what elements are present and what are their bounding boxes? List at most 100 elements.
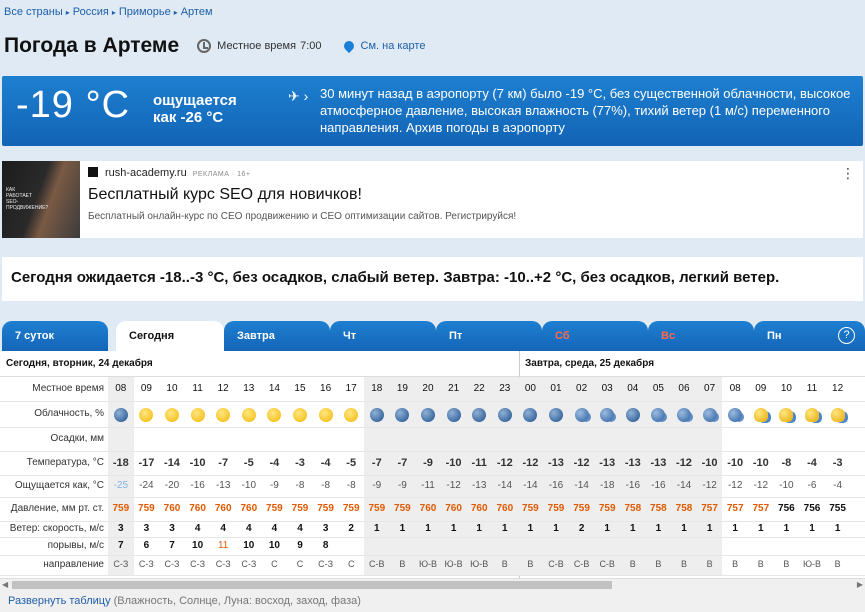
- pressure-cell: 760: [189, 503, 206, 514]
- feels-like-cell: -9: [269, 480, 279, 491]
- pressure-cell: 759: [266, 503, 283, 514]
- cloud-cell: [262, 408, 288, 425]
- ad-menu-icon[interactable]: ⋮: [841, 165, 855, 182]
- cloud-cell: [210, 408, 236, 425]
- expand-table-bar: Развернуть таблицу (Влажность, Солнце, Л…: [0, 590, 865, 612]
- ad-title[interactable]: Бесплатный курс SEO для новичков!: [88, 186, 362, 204]
- wind-speed-cell: 1: [604, 523, 610, 534]
- wind-direction-cell: В: [399, 559, 406, 569]
- pressure-cell: 760: [496, 503, 514, 514]
- help-icon[interactable]: ?: [838, 327, 855, 344]
- row-separator: [0, 497, 865, 498]
- sun-icon: [164, 408, 179, 422]
- wind-speed-cell: 4: [246, 523, 252, 534]
- ad-label: РЕКЛАМА · 16+: [192, 171, 251, 178]
- cloud-cell: [287, 408, 313, 425]
- row-label-clouds: Облачность, %: [34, 408, 104, 419]
- wind-direction-cell: С-З: [164, 559, 180, 569]
- cloud-cell: [620, 408, 646, 425]
- pressure-cell: 759: [547, 503, 565, 514]
- hour-cell: 16: [320, 383, 332, 394]
- scroll-right-icon[interactable]: ▶: [857, 580, 863, 589]
- hour-cell: 14: [268, 383, 280, 394]
- breadcrumb-separator-icon: ▸: [173, 8, 178, 17]
- temperature-cell: -5: [346, 457, 357, 469]
- breadcrumb-artem[interactable]: Артем: [181, 6, 213, 18]
- local-time-label: Местное время: [217, 40, 297, 52]
- day-header-tomorrow: Завтра, среда, 25 декабря: [525, 358, 655, 369]
- wind-direction-cell: С-З: [241, 559, 257, 569]
- hour-cell: 00: [524, 383, 536, 394]
- hour-cell: 10: [780, 383, 792, 394]
- temperature-cell: -4: [320, 457, 331, 469]
- hour-cell: 15: [294, 383, 306, 394]
- feels-like-cell: -11: [421, 480, 435, 491]
- hour-cell: 18: [371, 383, 383, 394]
- horizontal-scrollbar[interactable]: ◀ ▶: [0, 578, 865, 590]
- tab-tomorrow[interactable]: Завтра: [224, 321, 330, 351]
- map-pin-icon[interactable]: [341, 38, 356, 54]
- tab-sunday[interactable]: Вс: [648, 321, 754, 351]
- wind-speed-cell: 1: [450, 523, 457, 534]
- wind-direction-cell: С-З: [190, 559, 206, 569]
- moon-icon: [472, 408, 487, 422]
- wind-direction-cell: С: [347, 559, 355, 569]
- sun-icon: [241, 408, 256, 422]
- wind-speed-cell: 1: [655, 523, 662, 534]
- hour-cell: 09: [140, 383, 152, 394]
- scroll-left-icon[interactable]: ◀: [2, 580, 8, 589]
- breadcrumb-all-countries[interactable]: Все страны: [4, 6, 63, 18]
- row-label-wind_speed: Ветер: скорость, м/с: [9, 523, 104, 534]
- tab-today[interactable]: Сегодня: [116, 321, 224, 351]
- pressure-cell: 757: [752, 503, 770, 514]
- ad-domain[interactable]: rush-academy.ru РЕКЛАМА · 16+: [105, 167, 251, 179]
- tab-saturday[interactable]: Сб: [542, 321, 648, 351]
- feels-like-cell: -8: [321, 480, 331, 491]
- ad-image[interactable]: КАК РАБОТАЕТ SEO-ПРОДВИЖЕНИЕ?: [2, 161, 80, 238]
- temperature-cell: -10: [189, 457, 206, 469]
- moon-icon: [497, 408, 512, 422]
- wind-speed-cell: 1: [783, 523, 790, 534]
- gust-cell: 10: [243, 540, 255, 551]
- cloud-cell: [492, 408, 518, 425]
- hour-cell: 12: [217, 383, 229, 394]
- breadcrumb-primorye[interactable]: Приморье: [119, 6, 171, 18]
- tab-7-days[interactable]: 7 суток: [2, 321, 108, 351]
- breadcrumb-russia[interactable]: Россия: [73, 6, 109, 18]
- pressure-cell: 759: [573, 503, 590, 514]
- advertisement[interactable]: КАК РАБОТАЕТ SEO-ПРОДВИЖЕНИЕ? rush-acade…: [2, 161, 863, 238]
- moon-icon: [548, 408, 563, 422]
- hour-cell: 04: [627, 383, 639, 394]
- tab-thursday[interactable]: Чт: [330, 321, 436, 351]
- wind-direction-cell: В: [706, 559, 713, 569]
- map-link[interactable]: См. на карте: [361, 40, 426, 52]
- cloudy-night-icon: [600, 408, 615, 422]
- feels-like-cell: -18: [599, 480, 615, 491]
- tab-monday[interactable]: Пн?: [754, 321, 865, 351]
- temperature-cell: -4: [269, 457, 280, 469]
- scroll-thumb[interactable]: [12, 581, 612, 589]
- wind-direction-cell: В: [732, 559, 739, 569]
- wind-speed-cell: 1: [476, 523, 482, 534]
- hour-cell: 06: [678, 383, 690, 394]
- cloud-cell: [518, 408, 544, 425]
- pressure-cell: 759: [138, 503, 155, 514]
- feels-like-cell: -13: [215, 480, 231, 491]
- hour-cell: 09: [755, 383, 767, 394]
- wind-speed-cell: 1: [732, 523, 738, 534]
- feels-like-cell: -14: [676, 480, 692, 491]
- feels-like-cell: -14: [574, 480, 589, 491]
- wind-direction-cell: С-В: [599, 559, 615, 569]
- cloudy-night-icon: [651, 408, 666, 422]
- tab-friday[interactable]: Пт: [436, 321, 542, 351]
- cloud-cell: [108, 408, 134, 425]
- airport-observation[interactable]: 30 минут назад в аэропорту (7 км) было -…: [320, 85, 860, 136]
- temperature-cell: -14: [164, 457, 180, 469]
- wind-speed-cell: 2: [348, 523, 354, 534]
- pressure-cell: 758: [675, 503, 693, 514]
- temperature-cell: -13: [650, 457, 667, 469]
- expand-table-link[interactable]: Развернуть таблицу: [8, 595, 111, 607]
- gust-cell: 7: [169, 540, 175, 551]
- feels-like-cell: -8: [346, 480, 356, 491]
- cloud-cell: [134, 408, 160, 425]
